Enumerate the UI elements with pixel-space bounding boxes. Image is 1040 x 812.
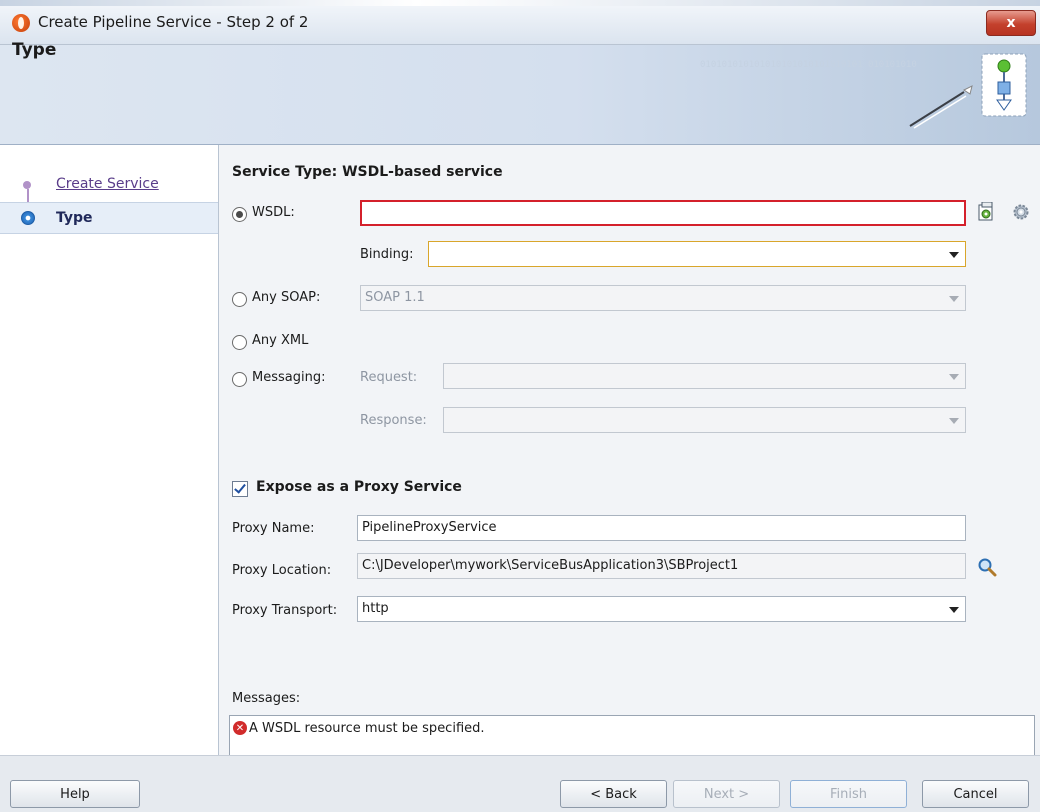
messaging-label: Messaging: bbox=[252, 370, 326, 385]
chevron-down-icon bbox=[949, 418, 959, 424]
search-icon[interactable] bbox=[977, 557, 997, 577]
close-icon: x bbox=[1006, 15, 1016, 31]
wizard-graphic-icon bbox=[909, 53, 1027, 129]
expose-proxy-label: Expose as a Proxy Service bbox=[256, 479, 462, 495]
chevron-down-icon bbox=[949, 607, 959, 613]
back-button[interactable]: < Back bbox=[560, 780, 667, 808]
page-title: Type bbox=[12, 40, 57, 60]
nav-item-type[interactable]: Type bbox=[0, 202, 218, 234]
step-current-icon bbox=[21, 211, 35, 225]
wsdl-label: WSDL: bbox=[252, 205, 295, 220]
proxy-location-input[interactable]: C:\JDeveloper\mywork\ServiceBusApplicati… bbox=[357, 553, 966, 579]
cancel-button[interactable]: Cancel bbox=[922, 780, 1029, 808]
request-select bbox=[443, 363, 966, 389]
help-button[interactable]: Help bbox=[10, 780, 140, 808]
any-xml-radio[interactable] bbox=[232, 335, 247, 350]
browse-wsdl-icon[interactable] bbox=[977, 202, 995, 222]
app-logo-icon bbox=[12, 14, 30, 32]
chevron-down-icon bbox=[949, 374, 959, 380]
window-title: Create Pipeline Service - Step 2 of 2 bbox=[38, 13, 309, 31]
chevron-down-icon bbox=[949, 252, 959, 258]
error-icon: ✕ bbox=[233, 721, 247, 735]
nav-item-label: Create Service bbox=[56, 176, 159, 192]
chevron-down-icon bbox=[949, 296, 959, 302]
message-item: A WSDL resource must be specified. bbox=[249, 721, 485, 736]
nav-item-create-service[interactable]: Create Service bbox=[0, 169, 218, 199]
request-label: Request: bbox=[360, 370, 418, 385]
expose-proxy-checkbox[interactable] bbox=[232, 481, 248, 497]
soap-version-select: SOAP 1.1 bbox=[360, 285, 966, 311]
wsdl-radio[interactable] bbox=[232, 207, 247, 222]
any-soap-label: Any SOAP: bbox=[252, 290, 321, 305]
wsdl-input[interactable] bbox=[360, 200, 966, 226]
any-soap-radio[interactable] bbox=[232, 292, 247, 307]
messaging-radio[interactable] bbox=[232, 372, 247, 387]
proxy-name-input[interactable]: PipelineProxyService bbox=[357, 515, 966, 541]
nav-item-label: Type bbox=[56, 210, 93, 226]
binding-select[interactable] bbox=[428, 241, 966, 267]
any-xml-label: Any XML bbox=[252, 333, 309, 348]
service-type-heading: Service Type: WSDL-based service bbox=[232, 164, 503, 180]
messages-label: Messages: bbox=[232, 691, 301, 706]
proxy-transport-label: Proxy Transport: bbox=[232, 603, 338, 618]
close-button[interactable]: x bbox=[986, 10, 1036, 36]
soap-version-value: SOAP 1.1 bbox=[365, 290, 425, 305]
settings-gear-icon[interactable] bbox=[1012, 203, 1030, 221]
wizard-steps-nav: Create Service Type bbox=[0, 145, 219, 755]
binding-label: Binding: bbox=[360, 247, 414, 262]
proxy-transport-select[interactable]: http bbox=[357, 596, 966, 622]
header-decoration-text: 010101010101010101010101010101 010101010 bbox=[700, 60, 917, 70]
proxy-transport-value: http bbox=[362, 601, 389, 616]
finish-button[interactable]: Finish bbox=[790, 780, 907, 808]
step-visited-icon bbox=[23, 181, 31, 189]
form-panel: Service Type: WSDL-based service WSDL: B… bbox=[219, 145, 1040, 761]
proxy-location-label: Proxy Location: bbox=[232, 563, 332, 578]
next-button[interactable]: Next > bbox=[673, 780, 780, 808]
response-label: Response: bbox=[360, 413, 427, 428]
proxy-name-label: Proxy Name: bbox=[232, 521, 315, 536]
response-select bbox=[443, 407, 966, 433]
